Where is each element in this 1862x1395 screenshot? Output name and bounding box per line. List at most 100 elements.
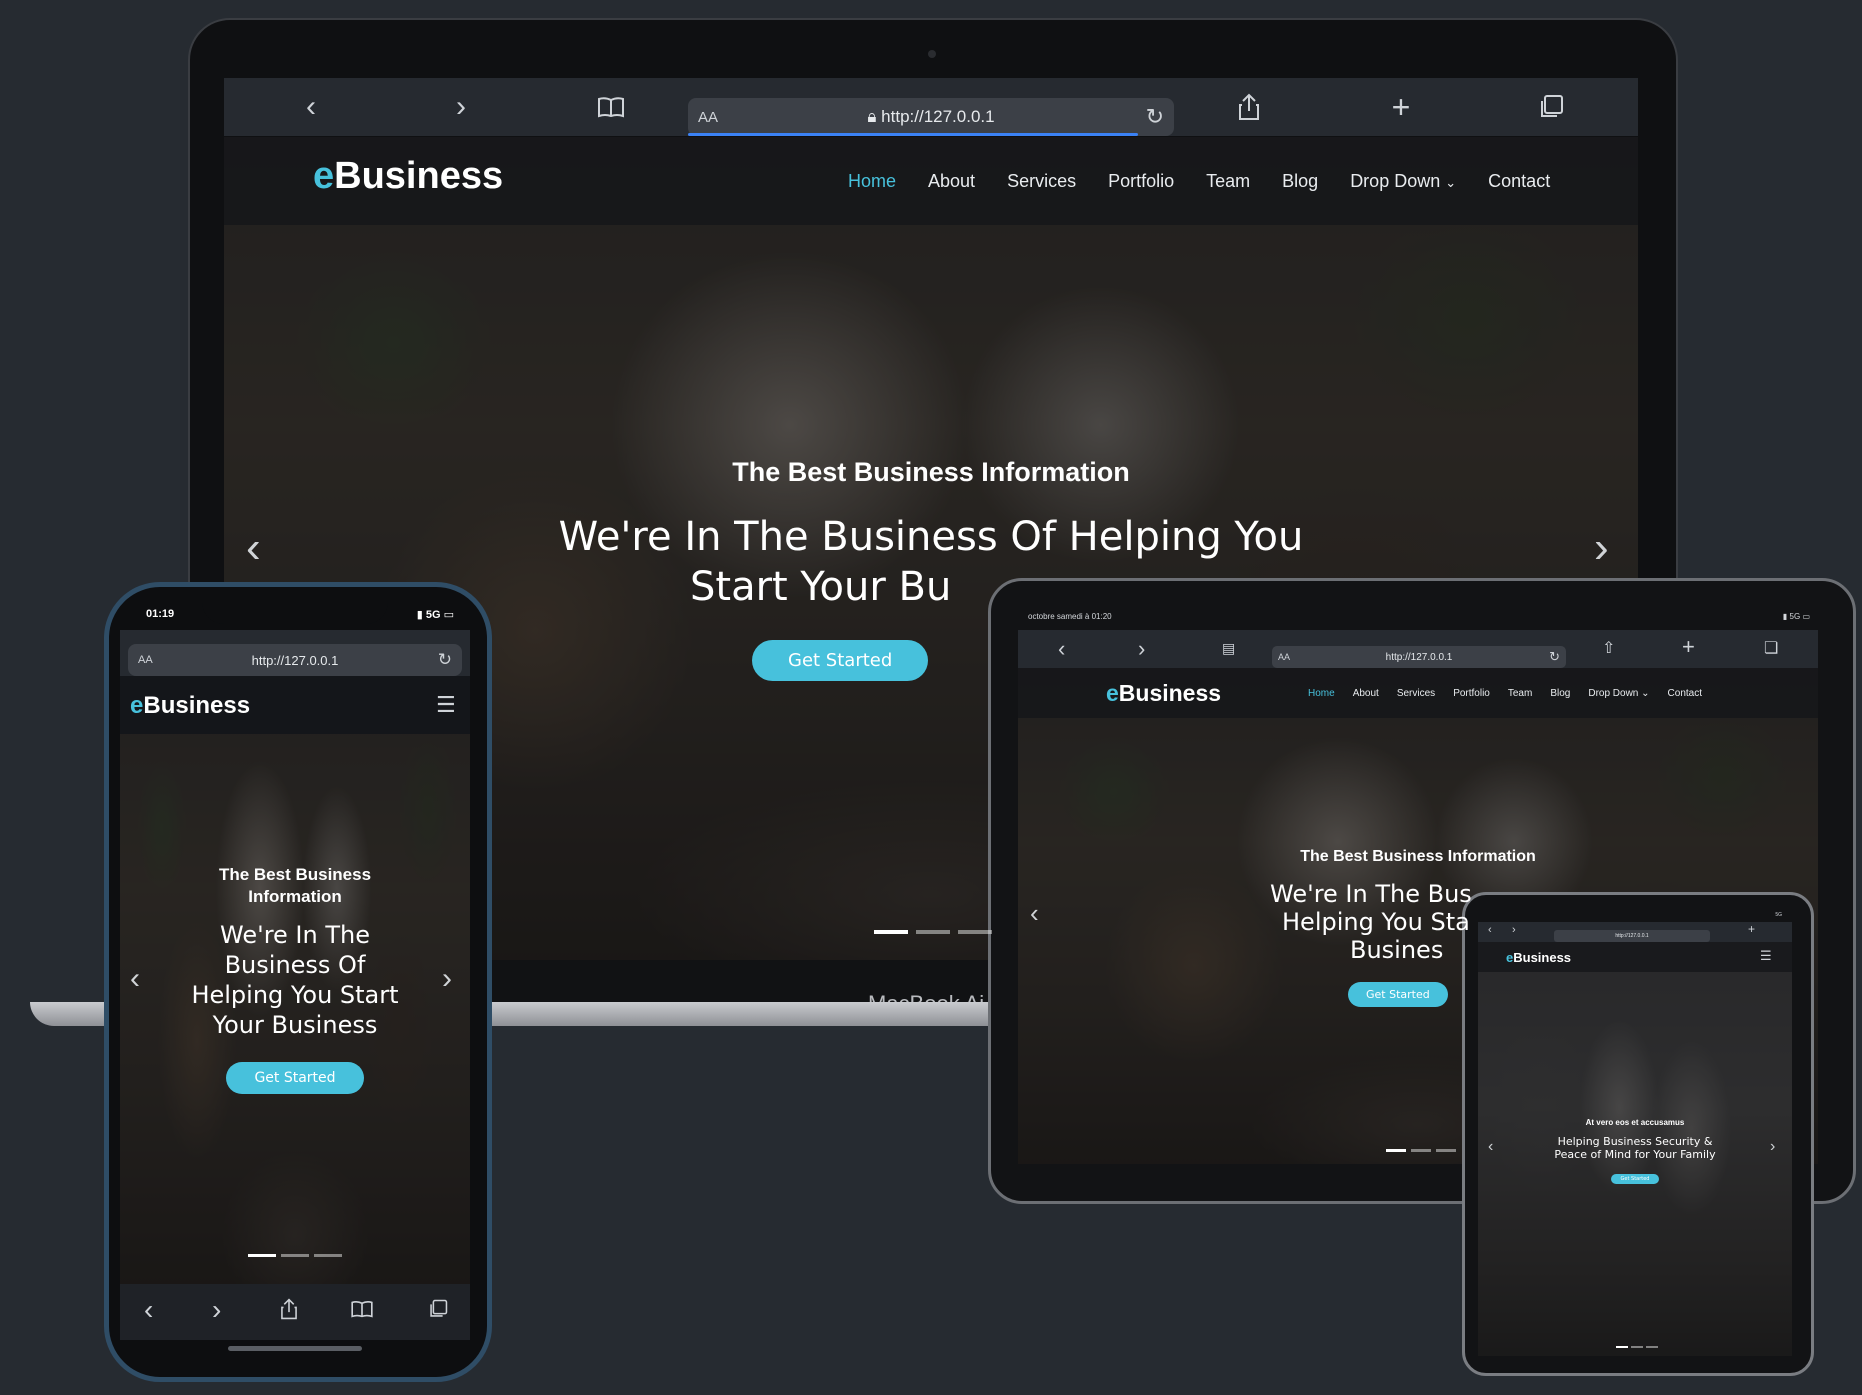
- nav-home[interactable]: Home: [848, 171, 896, 192]
- indicator-1[interactable]: [248, 1254, 276, 1257]
- nav-portfolio[interactable]: Portfolio: [1453, 688, 1490, 699]
- text-size-button[interactable]: AA: [138, 654, 153, 666]
- indicator-2[interactable]: [1411, 1149, 1431, 1152]
- page-load-progress: [688, 133, 1138, 136]
- laptop-hero-text: The Best Business Information We're In T…: [524, 457, 1338, 681]
- carousel-indicators: [248, 1254, 342, 1257]
- small-tablet-site-header: eBusiness ☰: [1478, 942, 1792, 972]
- text-size-button[interactable]: AA: [698, 109, 718, 126]
- share-icon[interactable]: ⇧: [1602, 638, 1615, 658]
- nav-dropdown[interactable]: Drop Down ⌄: [1588, 688, 1649, 699]
- menu-icon[interactable]: ☰: [436, 692, 456, 718]
- hero-eyebrow: At vero eos et accusamus: [1585, 1118, 1685, 1127]
- carousel-indicators: [1616, 1346, 1658, 1348]
- forward-icon[interactable]: ›: [444, 90, 478, 124]
- forward-icon[interactable]: ›: [212, 1294, 221, 1326]
- tablet-logo[interactable]: eBusiness: [1106, 680, 1221, 707]
- phone-time: 01:19: [146, 608, 175, 620]
- nav-contact[interactable]: Contact: [1488, 171, 1550, 192]
- phone-logo[interactable]: eBusiness: [130, 692, 250, 720]
- hero-get-started-button[interactable]: Get Started: [1610, 1174, 1660, 1184]
- laptop-address-bar[interactable]: AA 🔒︎ http://127.0.0.1 ↻: [688, 98, 1174, 136]
- indicator-3[interactable]: [1436, 1149, 1456, 1152]
- reload-icon[interactable]: ↻: [1146, 104, 1164, 130]
- hero-get-started-button[interactable]: Get Started: [752, 640, 929, 681]
- nav-contact[interactable]: Contact: [1668, 688, 1702, 699]
- hero-get-started-button[interactable]: Get Started: [1348, 982, 1448, 1007]
- nav-services[interactable]: Services: [1007, 171, 1076, 192]
- hero-headline: We're In The Business Of Helping You Sta…: [191, 921, 399, 1039]
- nav-team[interactable]: Team: [1206, 171, 1250, 192]
- nav-about[interactable]: About: [928, 171, 975, 192]
- share-icon[interactable]: [1232, 90, 1266, 124]
- hero-headline-line2: Start Your Bu: [690, 564, 952, 610]
- phone-signal: ▮ 5G ▭: [416, 609, 454, 621]
- carousel-prev-icon[interactable]: ‹: [130, 962, 140, 996]
- share-icon[interactable]: [280, 1298, 298, 1320]
- bookmarks-icon[interactable]: [594, 90, 628, 124]
- phone-site-header: eBusiness ☰: [120, 676, 470, 734]
- carousel-prev-icon[interactable]: ‹: [1488, 1138, 1493, 1156]
- carousel-prev-icon[interactable]: ‹: [246, 523, 261, 573]
- small-tablet-url-text: http://127.0.0.1: [1615, 933, 1649, 939]
- small-tablet-logo[interactable]: eBusiness: [1506, 950, 1571, 965]
- indicator-3[interactable]: [958, 930, 992, 934]
- phone-hero-text: The Best Business Information We're In T…: [190, 864, 400, 1094]
- back-icon[interactable]: ‹: [144, 1294, 153, 1326]
- carousel-prev-icon[interactable]: ‹: [1030, 898, 1039, 929]
- tabs-icon[interactable]: [1534, 90, 1568, 124]
- back-icon[interactable]: ‹: [294, 90, 328, 124]
- indicator-3[interactable]: [1646, 1346, 1658, 1348]
- new-tab-icon[interactable]: +: [1384, 89, 1418, 125]
- indicator-2[interactable]: [916, 930, 950, 934]
- hero-headline-line2: Peace of Mind for Your Family: [1554, 1148, 1716, 1161]
- bookmarks-icon[interactable]: [350, 1300, 374, 1318]
- hero-eyebrow: The Best Business Information: [732, 457, 1130, 487]
- phone-browser-toolbar: AA http://127.0.0.1 ↻: [120, 630, 470, 676]
- carousel-indicators: [874, 930, 992, 934]
- carousel-next-icon[interactable]: ›: [442, 962, 452, 996]
- indicator-1[interactable]: [874, 930, 908, 934]
- menu-icon[interactable]: ☰: [1760, 948, 1772, 964]
- devices-mockup-scene: ‹ › AA 🔒︎ http://127.0.0.1 ↻ + eBusiness…: [0, 0, 1862, 1395]
- nav-about[interactable]: About: [1353, 688, 1379, 699]
- indicator-2[interactable]: [281, 1254, 309, 1257]
- laptop-logo[interactable]: eBusiness: [313, 155, 503, 198]
- phone-address-bar[interactable]: AA http://127.0.0.1 ↻: [128, 644, 462, 676]
- phone-hero-background: eBusiness ☰ The Best Business Informatio…: [120, 676, 470, 1284]
- tablet-site-header: eBusiness Home About Services Portfolio …: [1018, 668, 1818, 718]
- hero-get-started-button[interactable]: Get Started: [226, 1062, 364, 1094]
- indicator-2[interactable]: [1631, 1346, 1643, 1348]
- small-tablet-signal: 5G: [1775, 912, 1782, 918]
- laptop-url-text: http://127.0.0.1: [881, 107, 995, 126]
- nav-portfolio[interactable]: Portfolio: [1108, 171, 1174, 192]
- laptop-camera: [928, 50, 936, 58]
- nav-dropdown[interactable]: Drop Down ⌄: [1350, 171, 1456, 192]
- reload-icon[interactable]: ↻: [1549, 649, 1560, 665]
- nav-services[interactable]: Services: [1397, 688, 1435, 699]
- new-tab-icon[interactable]: +: [1748, 922, 1755, 936]
- carousel-next-icon[interactable]: ›: [1770, 1138, 1775, 1156]
- tabs-icon[interactable]: ❏: [1764, 638, 1778, 658]
- indicator-1[interactable]: [1386, 1149, 1406, 1152]
- chevron-down-icon: ⌄: [1641, 688, 1650, 699]
- hero-headline-line1: Helping Business Security &: [1557, 1135, 1713, 1148]
- lock-icon: 🔒︎ http://127.0.0.1: [867, 107, 995, 126]
- hero-headline-line1: We're In The Business Of Helping You: [558, 514, 1304, 560]
- hero-headline-line2: Helping You Sta: [1282, 908, 1470, 936]
- laptop-nav: Home About Services Portfolio Team Blog …: [848, 171, 1550, 192]
- small-tablet-hero-text: At vero eos et accusamus Helping Busines…: [1518, 1118, 1752, 1185]
- small-tablet-address-bar[interactable]: http://127.0.0.1: [1554, 930, 1710, 942]
- nav-home[interactable]: Home: [1308, 688, 1335, 699]
- new-tab-icon[interactable]: +: [1682, 634, 1695, 660]
- carousel-indicators: [1386, 1149, 1456, 1152]
- nav-team[interactable]: Team: [1508, 688, 1532, 699]
- hero-headline-line1: We're In The Bus: [1270, 880, 1472, 908]
- indicator-1[interactable]: [1616, 1346, 1628, 1348]
- nav-blog[interactable]: Blog: [1550, 688, 1570, 699]
- reload-icon[interactable]: ↻: [438, 650, 452, 670]
- tabs-icon[interactable]: [428, 1299, 448, 1319]
- nav-blog[interactable]: Blog: [1282, 171, 1318, 192]
- indicator-3[interactable]: [314, 1254, 342, 1257]
- carousel-next-icon[interactable]: ›: [1594, 523, 1609, 573]
